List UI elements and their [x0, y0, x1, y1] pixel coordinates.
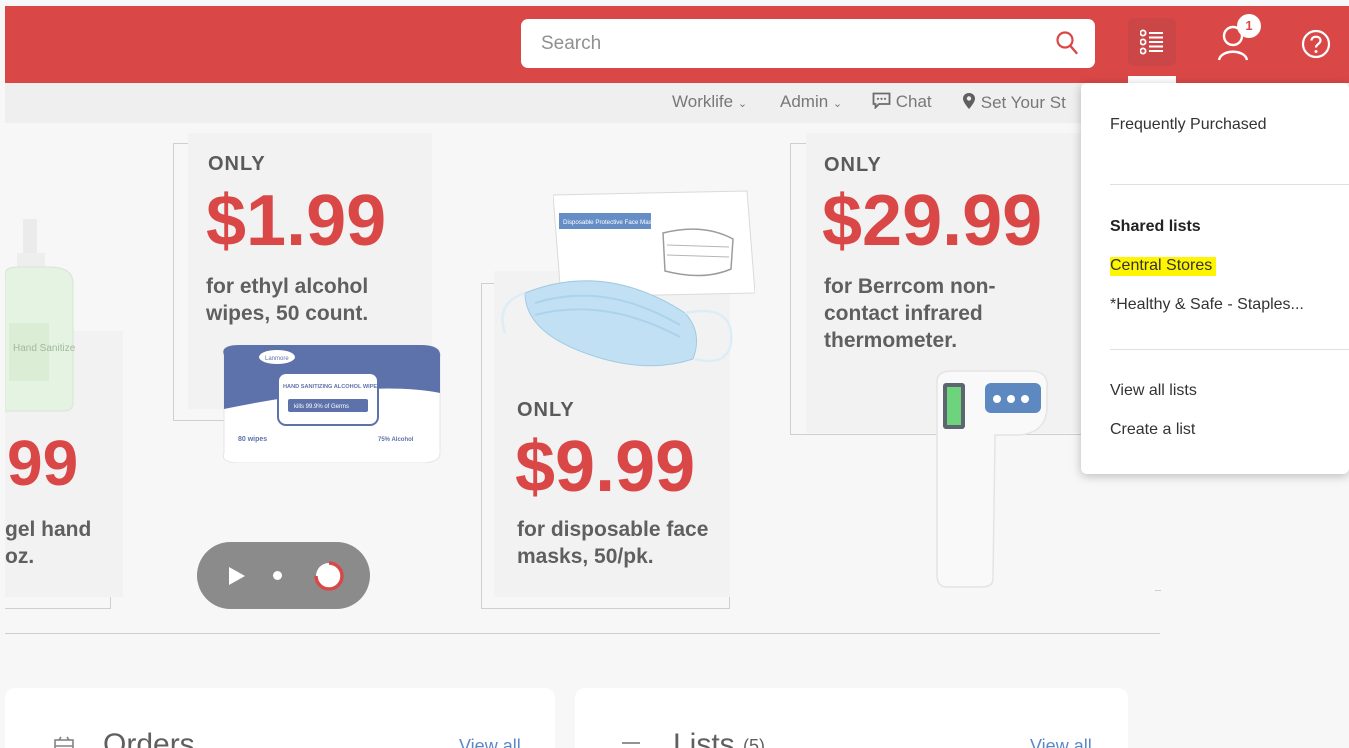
chevron-down-icon: ⌄: [832, 98, 843, 110]
nav-admin-label: Admin: [780, 92, 829, 111]
lists-dropdown-menu: Frequently Purchased Shared lists Centra…: [1081, 83, 1349, 474]
nav-admin[interactable]: Admin ⌄: [780, 92, 842, 112]
nav-chat[interactable]: Chat: [872, 92, 932, 112]
promo-left-desc-2: oz.: [5, 545, 35, 568]
nav-chat-label: Chat: [895, 92, 932, 111]
promo-left-price: 99: [7, 427, 79, 499]
shared-lists-heading: Shared lists: [1110, 218, 1201, 235]
search-icon[interactable]: [1055, 30, 1079, 61]
nav-set-store-label: Set Your St: [980, 93, 1066, 112]
view-all-lists-link[interactable]: View all lists: [1110, 382, 1197, 400]
shared-list-item[interactable]: Central Stores: [1110, 257, 1217, 276]
shared-list-item[interactable]: *Healthy & Safe - Staples...: [1110, 296, 1304, 314]
carousel-progress-indicator[interactable]: [312, 559, 346, 593]
orders-title: Orders: [103, 728, 195, 748]
wipes-count: 80 wipes: [238, 436, 267, 443]
lists-title: Lists: [673, 728, 735, 748]
search-input[interactable]: Search: [541, 33, 601, 55]
thermometer-image: [923, 369, 1053, 589]
wipes-label: HAND SANITIZING ALCOHOL WIPES: [283, 384, 381, 390]
promo-1-only: ONLY: [208, 153, 266, 175]
secondary-nav: Worklife ⌄ Admin ⌄ Chat Set Your St: [5, 83, 1081, 123]
carousel-controls: [197, 542, 370, 609]
promo-2-desc: for disposable face masks, 50/pk.: [517, 518, 709, 568]
nav-worklife-label: Worklife: [672, 92, 734, 111]
list-icon: [1140, 29, 1163, 55]
promo-carousel[interactable]: Hand Sanitizer 99 gel hand oz. ONLY $1.9…: [5, 123, 1161, 658]
orders-card: Orders View all: [5, 688, 555, 748]
nav-worklife[interactable]: Worklife ⌄: [672, 92, 747, 112]
promo-1-desc: for ethyl alcohol wipes, 50 count.: [206, 275, 369, 325]
box-icon: [54, 736, 74, 748]
play-icon[interactable]: [227, 565, 247, 587]
create-list-link[interactable]: Create a list: [1110, 421, 1195, 439]
promo-3-desc: for Berrcom non-contact infrared thermom…: [824, 275, 996, 352]
lists-card: Lists (5) View all: [575, 688, 1128, 748]
chat-icon: [872, 92, 891, 110]
nav-set-store[interactable]: Set Your St: [962, 92, 1066, 113]
notification-badge: 1: [1237, 14, 1261, 38]
carousel-dot[interactable]: [273, 571, 282, 580]
menu-divider: [1110, 349, 1349, 350]
promo-3-price: $29.99: [822, 181, 1043, 261]
shared-list-central-stores: Central Stores: [1110, 257, 1217, 276]
wipes-alcohol: 75% Alcohol: [378, 437, 414, 443]
search-bar[interactable]: Search: [521, 19, 1095, 68]
promo-3-only: ONLY: [824, 154, 882, 176]
lists-count: (5): [743, 736, 765, 748]
face-mask-image: [495, 263, 745, 381]
mask-box-label: Disposable Protective Face Mask: [563, 219, 656, 226]
promo-2-only: ONLY: [517, 399, 575, 421]
location-pin-icon: [963, 93, 975, 109]
lists-menu-button[interactable]: [1128, 18, 1176, 66]
chevron-down-icon: ⌄: [737, 98, 748, 110]
section-divider: [5, 633, 1160, 634]
frequently-purchased-link[interactable]: Frequently Purchased: [1110, 116, 1267, 134]
dropdown-caret: [1128, 76, 1176, 83]
orders-view-all-link[interactable]: View all: [459, 736, 521, 748]
hand-sanitizer-image: Hand Sanitizer: [5, 213, 79, 413]
list-icon: [622, 742, 640, 744]
lists-view-all-link[interactable]: View all: [1030, 736, 1092, 748]
help-button[interactable]: [1300, 28, 1332, 60]
wipes-kill-claim: kills 99.9% of Germs: [294, 404, 349, 410]
sanitizer-label: Hand Sanitizer: [13, 343, 75, 354]
promo-1-price: $1.99: [206, 181, 387, 261]
wipes-package-image: Lanmore HAND SANITIZING ALCOHOL WIPES ki…: [220, 344, 442, 464]
help-icon: [1301, 29, 1331, 59]
promo-2-price: $9.99: [515, 427, 696, 507]
menu-divider: [1110, 184, 1349, 185]
wipes-brand: Lanmore: [265, 356, 289, 362]
promo-left-desc-1: gel hand: [5, 518, 92, 541]
